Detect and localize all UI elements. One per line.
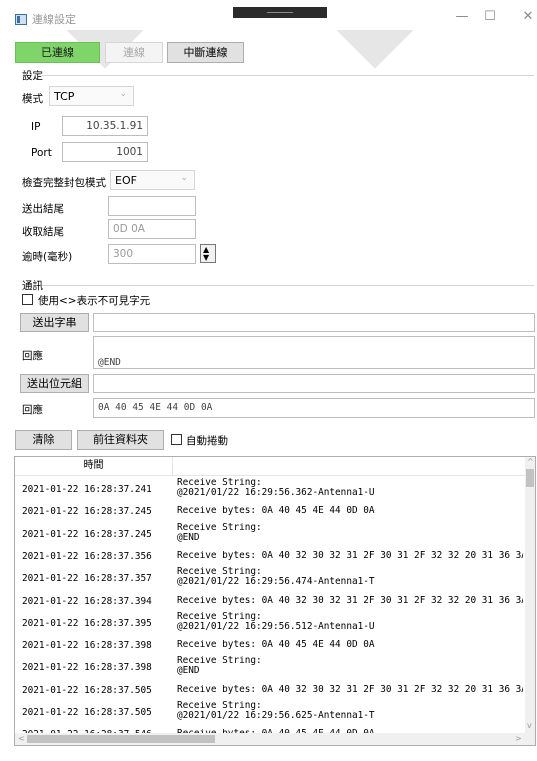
log-row[interactable]: 2021-01-22 16:28:37.505 Receive bytes: 0A… (15, 678, 525, 700)
send-suffix-field[interactable] (108, 196, 196, 216)
log-row[interactable]: 2021-01-22 16:28:37.395 Receive String: @… (15, 611, 525, 633)
timeout-label: 逾時(毫秒) (22, 251, 73, 263)
close-icon[interactable]: ✕ (514, 8, 537, 26)
drag-handle[interactable] (233, 7, 327, 18)
timeout-field[interactable]: 300 (108, 244, 196, 264)
log-row[interactable]: 2021-01-22 16:28:37.505 Receive String: @… (15, 700, 525, 722)
connection-settings-window: 連線設定 — ☐ ✕ 已連線 連線 中斷連線 設定 模式 TCP ⌄ IP 10… (0, 0, 537, 761)
log-row-time: 2021-01-22 16:28:37.241 (22, 484, 152, 495)
log-row-time: 2021-01-22 16:28:37.505 (22, 684, 152, 696)
log-row[interactable]: 2021-01-22 16:28:37.245 Receive String: @… (15, 522, 525, 544)
check-packet-mode-label: 檢查完整封包模式 (22, 177, 106, 189)
log-row[interactable]: 2021-01-22 16:28:37.398 Receive bytes: 0A… (15, 633, 525, 655)
mode-select[interactable]: TCP ⌄ (49, 86, 134, 106)
log-row-time: 2021-01-22 16:28:37.245 (22, 506, 152, 518)
send-string-input[interactable] (93, 313, 535, 332)
vertical-scrollbar[interactable]: ^ v (525, 457, 535, 745)
log-row-time: 2021-01-22 16:28:37.395 (22, 617, 152, 629)
receive-suffix-label: 收取結尾 (22, 226, 64, 238)
log-row-message: Receive bytes: 0A 40 45 4E 44 0D 0A (177, 640, 375, 651)
check-packet-mode-select[interactable]: EOF ⌄ (110, 170, 195, 190)
mode-select-value: TCP (54, 90, 75, 103)
log-row[interactable]: 2021-01-22 16:28:37.241 Receive String: @… (15, 477, 525, 499)
log-list[interactable]: 時間 2021-01-22 16:28:37.241 Receive String… (14, 456, 536, 746)
scroll-down-icon[interactable]: v (527, 721, 532, 730)
port-label: Port (31, 147, 52, 159)
vertical-scroll-thumb[interactable] (526, 469, 534, 487)
auto-scroll-checkbox[interactable] (171, 434, 182, 445)
scroll-up-icon[interactable]: ^ (527, 457, 534, 466)
port-field[interactable]: 1001 (62, 142, 148, 162)
response-label-1: 回應 (22, 350, 43, 362)
minimize-icon[interactable]: — (448, 8, 476, 26)
clear-button[interactable]: 清除 (15, 430, 72, 450)
receive-suffix-field[interactable]: 0D 0A (108, 219, 196, 239)
mode-label: 模式 (22, 93, 43, 105)
settings-group-divider (42, 75, 534, 76)
log-row[interactable]: 2021-01-22 16:28:37.394 Receive bytes: 0A… (15, 589, 525, 611)
log-row[interactable]: 2021-01-22 16:28:37.245 Receive bytes: 0A… (15, 499, 525, 521)
log-row-message: Receive bytes: 0A 40 45 4E 44 0D 0A (177, 506, 375, 517)
log-row-time: 2021-01-22 16:28:37.398 (22, 662, 152, 674)
response-string-field: @END (93, 336, 535, 369)
send-bytes-button[interactable]: 送出位元組 (20, 374, 89, 393)
comm-group-divider (42, 285, 534, 286)
settings-group-label: 設定 (22, 70, 43, 82)
scroll-right-icon[interactable]: > (515, 734, 522, 743)
connected-button[interactable]: 已連線 (15, 42, 100, 63)
use-brackets-checkbox[interactable] (22, 294, 33, 305)
response-string-value: @END (98, 357, 121, 368)
horizontal-scrollbar[interactable]: < > (15, 733, 525, 745)
title-bar[interactable]: 連線設定 — ☐ ✕ (0, 0, 537, 30)
horizontal-scroll-thumb[interactable] (27, 735, 215, 743)
send-string-button[interactable]: 送出字串 (20, 313, 89, 332)
log-row-time: 2021-01-22 16:28:37.357 (22, 573, 152, 585)
log-row[interactable]: 2021-01-22 16:28:37.356 Receive bytes: 0A… (15, 544, 525, 566)
log-row-message: Receive bytes: 0A 40 32 30 32 31 2F 30 3… (177, 684, 523, 695)
time-column-header[interactable]: 時間 (15, 457, 173, 475)
response-label-2: 回應 (22, 404, 43, 416)
auto-scroll-label: 自動捲動 (186, 435, 228, 447)
log-row[interactable]: 2021-01-22 16:28:37.398 Receive String: @… (15, 655, 525, 677)
send-bytes-input[interactable] (93, 374, 535, 393)
log-row[interactable]: 2021-01-22 16:28:37.357 Receive String: @… (15, 566, 525, 588)
goto-folder-button[interactable]: 前往資料夾 (77, 430, 164, 450)
log-row-message: Receive String: @END (177, 522, 262, 543)
log-row-time: 2021-01-22 16:28:37.245 (22, 528, 152, 540)
log-row-message: Receive String: @END (177, 656, 262, 677)
connect-button[interactable]: 連線 (105, 42, 163, 63)
app-icon (15, 14, 27, 25)
send-suffix-label: 送出結尾 (22, 203, 64, 215)
maximize-icon[interactable]: ☐ (476, 8, 504, 26)
log-row-message: Receive bytes: 0A 40 32 30 32 31 2F 30 3… (177, 595, 523, 606)
log-row-time: 2021-01-22 16:28:37.356 (22, 550, 152, 562)
disconnect-button[interactable]: 中斷連線 (167, 42, 244, 63)
ip-field[interactable]: 10.35.1.91 (62, 116, 148, 136)
chevron-down-icon: ⌄ (119, 89, 127, 99)
log-row-message: Receive String: @2021/01/22 16:29:56.512… (177, 611, 375, 632)
timeout-stepper[interactable]: ▲ ▼ (200, 244, 216, 263)
scroll-left-icon[interactable]: < (18, 734, 25, 743)
log-row-time: 2021-01-22 16:28:37.505 (22, 707, 152, 718)
log-row-message: Receive bytes: 0A 40 32 30 32 31 2F 30 3… (177, 550, 523, 561)
response-bytes-field: 0A 40 45 4E 44 0D 0A (93, 398, 535, 418)
check-packet-mode-value: EOF (115, 174, 137, 187)
use-brackets-label: 使用<>表示不可見字元 (38, 295, 151, 307)
log-row-message: Receive String: @2021/01/22 16:29:56.625… (177, 701, 375, 721)
comm-group-label: 通訊 (22, 280, 43, 292)
log-row-time: 2021-01-22 16:28:37.398 (22, 640, 152, 652)
log-row-message: Receive String: @2021/01/22 16:29:56.474… (177, 567, 375, 588)
chevron-down-icon: ⌄ (180, 173, 188, 183)
ip-label: IP (31, 121, 41, 133)
log-header: 時間 (15, 457, 535, 476)
window-title: 連線設定 (32, 13, 76, 26)
log-row-message: Receive String: @2021/01/22 16:29:56.362… (177, 478, 375, 498)
log-row-time: 2021-01-22 16:28:37.394 (22, 595, 152, 607)
spin-down-icon[interactable]: ▼ (203, 254, 209, 262)
